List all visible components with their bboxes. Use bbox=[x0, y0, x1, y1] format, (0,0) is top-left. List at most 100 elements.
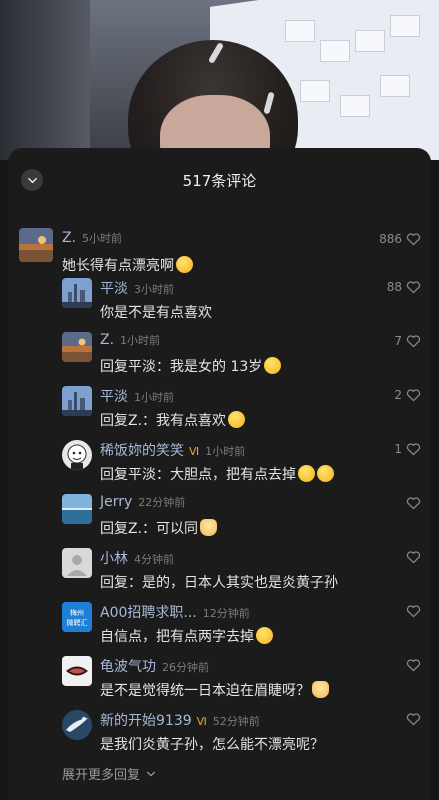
level-badge: Ⅵ bbox=[196, 715, 207, 728]
timestamp: 1小时前 bbox=[120, 334, 161, 347]
heart-icon bbox=[406, 605, 421, 618]
comment-text-content: 她长得有点漂亮啊 bbox=[62, 258, 174, 274]
like-count: 886 bbox=[379, 232, 402, 246]
avatar[interactable] bbox=[62, 494, 92, 524]
like-button[interactable]: 1 bbox=[394, 442, 421, 456]
sponsor-logo bbox=[285, 20, 315, 42]
like-count: 88 bbox=[386, 280, 402, 294]
reply-text: 是不是觉得统一日本迫在眉睫呀？ bbox=[100, 680, 329, 700]
reply-text: 回复平淡：我是女的 13岁 bbox=[100, 356, 282, 376]
reply-text: 回复Z.：我有点喜欢 bbox=[100, 410, 246, 430]
avatar[interactable] bbox=[62, 656, 92, 686]
grin-emoji-icon bbox=[317, 465, 334, 482]
heart-icon bbox=[406, 713, 421, 726]
username[interactable]: Z. bbox=[100, 332, 114, 348]
sponsor-logo bbox=[340, 95, 370, 117]
username[interactable]: 平淡 bbox=[100, 386, 128, 406]
heart-icon bbox=[406, 497, 421, 510]
timestamp: 26分钟前 bbox=[162, 661, 209, 674]
username[interactable]: A00招聘求职... bbox=[100, 602, 197, 622]
reply-meta: Z. 1小时前 bbox=[100, 332, 160, 348]
heart-icon bbox=[406, 281, 421, 294]
reply-text: 是我们炎黄子孙，怎么能不漂亮呢？ bbox=[100, 737, 324, 753]
reply-text: 你是不是有点喜欢 bbox=[100, 305, 212, 321]
heart-icon bbox=[406, 233, 421, 246]
avatar[interactable]: 梅州 微聘汇 bbox=[62, 602, 92, 632]
sponsor-logo bbox=[390, 15, 420, 37]
reply-meta: 稀饭妳的笑笑 Ⅵ 1小时前 bbox=[100, 440, 245, 460]
dog-emoji-icon bbox=[312, 681, 329, 698]
sponsor-logo bbox=[320, 40, 350, 62]
reply-text-content: 回复平淡：我是女的 13岁 bbox=[100, 359, 263, 375]
laugh-cry-emoji-icon bbox=[264, 357, 282, 374]
username[interactable]: 龟波气功 bbox=[100, 656, 156, 676]
like-button[interactable] bbox=[406, 496, 421, 510]
avatar[interactable] bbox=[62, 332, 92, 362]
comments-sheet: 517条评论 Z. 5小时前 她长得有点漂亮啊 886 平淡 3小时前 你是不是… bbox=[8, 148, 431, 800]
sheet-header: 517条评论 bbox=[8, 148, 431, 212]
like-count: 7 bbox=[394, 334, 402, 348]
heart-icon bbox=[406, 551, 421, 564]
comment-meta: Z. 5小时前 bbox=[62, 230, 122, 246]
heart-icon bbox=[406, 389, 421, 402]
timestamp: 22分钟前 bbox=[138, 496, 186, 509]
username[interactable]: Jerry bbox=[100, 494, 132, 510]
comment-count-title: 517条评论 bbox=[182, 172, 257, 190]
grin-emoji-icon bbox=[256, 627, 273, 644]
reply-text: 回复Z.：可以同 bbox=[100, 518, 218, 538]
like-button[interactable]: 886 bbox=[379, 232, 421, 246]
reply-text: 回复平淡：大胆点，把有点去掉 bbox=[100, 464, 334, 484]
level-badge: Ⅵ bbox=[189, 445, 200, 458]
sponsor-logo bbox=[355, 30, 385, 52]
sponsor-logo bbox=[300, 80, 330, 102]
reply-text-content: 回复平淡：大胆点，把有点去掉 bbox=[100, 467, 296, 483]
reply-text: 自信点，把有点两字去掉 bbox=[100, 626, 273, 646]
like-button[interactable]: 7 bbox=[394, 334, 421, 348]
reply-text-content: 回复Z.：可以同 bbox=[100, 521, 199, 537]
like-button[interactable]: 2 bbox=[394, 388, 421, 402]
expand-more-replies-button[interactable]: 展开更多回复 bbox=[62, 764, 156, 783]
comment-text: 她长得有点漂亮啊 bbox=[62, 255, 193, 275]
username[interactable]: 平淡 bbox=[100, 278, 128, 298]
username[interactable]: 新的开始9139 bbox=[100, 710, 192, 730]
avatar[interactable] bbox=[19, 228, 53, 262]
cat-emoji-icon bbox=[200, 519, 218, 536]
timestamp: 4分钟前 bbox=[134, 553, 174, 566]
reply-text: 回复：是的，日本人其实也是炎黄子孙 bbox=[100, 575, 338, 591]
like-count: 2 bbox=[394, 388, 402, 402]
video-background[interactable] bbox=[0, 0, 439, 160]
chevron-down-icon bbox=[147, 771, 155, 776]
avatar[interactable] bbox=[62, 548, 92, 578]
svg-text:微聘汇: 微聘汇 bbox=[67, 618, 88, 627]
reply-meta: 平淡 3小时前 bbox=[100, 278, 174, 298]
heart-icon bbox=[406, 659, 421, 672]
timestamp: 1小时前 bbox=[205, 445, 246, 458]
reply-text-content: 回复Z.：我有点喜欢 bbox=[100, 413, 227, 429]
avatar[interactable] bbox=[62, 710, 92, 740]
heart-icon bbox=[406, 443, 421, 456]
svg-text:梅州: 梅州 bbox=[70, 608, 84, 617]
grin-emoji-icon bbox=[228, 411, 246, 428]
reply-meta: 平淡 1小时前 bbox=[100, 386, 174, 406]
like-button[interactable] bbox=[406, 604, 421, 618]
like-button[interactable] bbox=[406, 712, 421, 726]
reply-meta: 龟波气功 26分钟前 bbox=[100, 656, 209, 676]
like-button[interactable]: 88 bbox=[387, 280, 421, 294]
username[interactable]: Z. bbox=[62, 230, 76, 246]
username[interactable]: 小林 bbox=[100, 548, 128, 568]
avatar[interactable] bbox=[62, 386, 92, 416]
reply-meta: Jerry 22分钟前 bbox=[100, 494, 185, 510]
expand-more-replies-label: 展开更多回复 bbox=[62, 768, 141, 783]
grin-emoji-icon bbox=[298, 465, 315, 482]
timestamp: 3小时前 bbox=[134, 283, 174, 296]
like-button[interactable] bbox=[406, 658, 421, 672]
avatar[interactable] bbox=[62, 278, 92, 308]
reply-meta: 小林 4分钟前 bbox=[100, 548, 174, 568]
smile-emoji-icon bbox=[176, 256, 193, 273]
username[interactable]: 稀饭妳的笑笑 bbox=[100, 440, 184, 460]
avatar[interactable] bbox=[62, 440, 92, 470]
like-count: 1 bbox=[394, 442, 402, 456]
like-button[interactable] bbox=[406, 550, 421, 564]
reply-text-content: 自信点，把有点两字去掉 bbox=[100, 629, 254, 645]
reply-meta: A00招聘求职... 12分钟前 bbox=[100, 602, 250, 622]
